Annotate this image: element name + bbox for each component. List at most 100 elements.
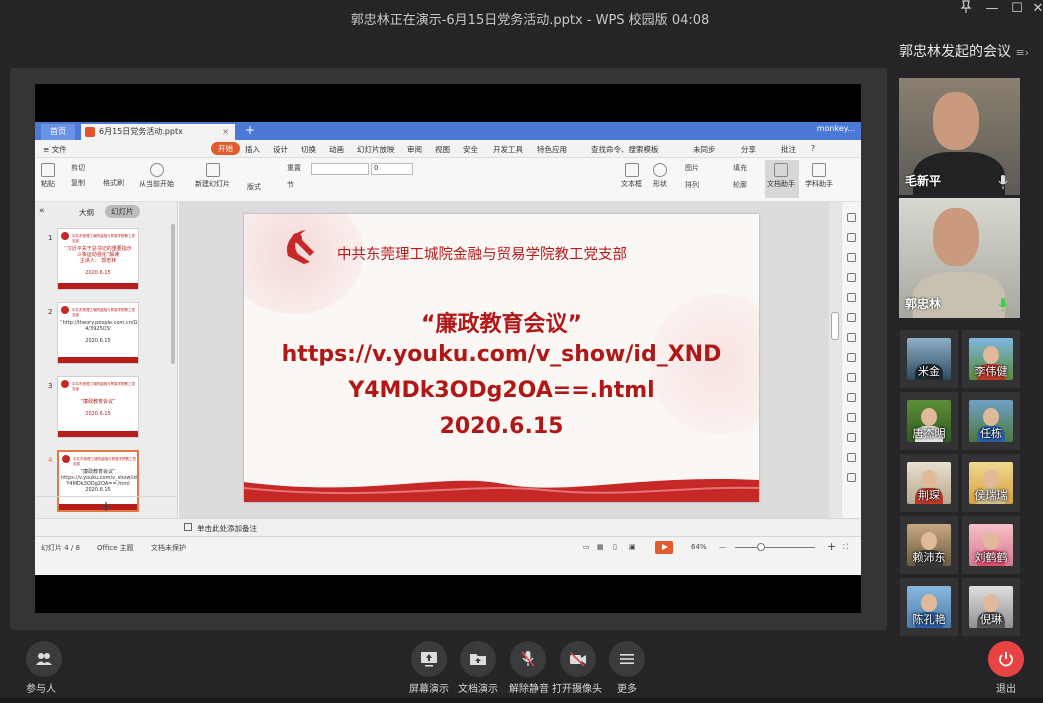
outline-tab[interactable]: 大纲: [79, 207, 94, 218]
thumb-scrollbar[interactable]: [171, 224, 175, 364]
font-size-select[interactable]: 0: [371, 163, 413, 175]
tool-icon[interactable]: [847, 233, 856, 242]
view-notes-icon[interactable]: ▣: [629, 543, 636, 551]
picture-button[interactable]: 图片: [685, 163, 699, 173]
participant-tile[interactable]: 唐杰明: [900, 392, 958, 450]
participant-tile[interactable]: 刘鹤鹤: [962, 516, 1020, 574]
play-slideshow-button[interactable]: [655, 541, 673, 554]
fit-window-icon[interactable]: ⛶: [843, 543, 848, 552]
help-button[interactable]: ?: [811, 144, 815, 153]
camera-button[interactable]: [560, 641, 596, 677]
participant-tile[interactable]: 任栋: [962, 392, 1020, 450]
expand-list-icon[interactable]: ≡›: [1015, 46, 1029, 59]
arrange-button[interactable]: 排列: [685, 180, 699, 190]
tool-icon[interactable]: [847, 313, 856, 322]
tool-icon[interactable]: [847, 453, 856, 462]
tool-icon[interactable]: [847, 293, 856, 302]
view-normal-icon[interactable]: ▭: [583, 543, 590, 551]
close-button[interactable]: ✕: [1026, 0, 1043, 20]
share-screen-button[interactable]: [411, 641, 447, 677]
tool-icon[interactable]: [847, 373, 856, 382]
wps-home-tab[interactable]: 首页: [41, 124, 75, 140]
view-reading-icon[interactable]: ▯: [613, 543, 617, 551]
command-search[interactable]: 查找命令、搜索模板: [591, 144, 659, 155]
zoom-slider-track[interactable]: [735, 547, 815, 548]
menu-insert[interactable]: 插入: [245, 144, 260, 155]
menu-review[interactable]: 审阅: [407, 144, 422, 155]
slide-thumb-3[interactable]: 中共东莞理工城院金融与贸易学院教工党支部 “廉政教育会议” 2020.6.15: [57, 376, 139, 438]
participant-tile[interactable]: 赖沛东: [900, 516, 958, 574]
notes-area[interactable]: 单击此处添加备注: [179, 518, 861, 536]
zoom-level[interactable]: 64%: [691, 543, 707, 551]
menu-transition[interactable]: 切换: [301, 144, 316, 155]
slide-thumb-2[interactable]: 中共东莞理工城院金融与贸易学院教工党支部 “http://theory.peop…: [57, 302, 139, 364]
tool-icon[interactable]: [847, 213, 856, 222]
speaker-video-1[interactable]: 毛新平: [899, 78, 1020, 195]
participant-tile[interactable]: 侯瑞瑞: [962, 454, 1020, 512]
menu-security[interactable]: 安全: [463, 144, 478, 155]
speaker-video-2[interactable]: 郭忠林: [899, 198, 1020, 318]
font-family-select[interactable]: [311, 163, 369, 175]
menu-design[interactable]: 设计: [273, 144, 288, 155]
from-current-button[interactable]: 从当前开始: [139, 163, 174, 189]
participants-label: 参与人: [26, 684, 56, 695]
wps-user[interactable]: monkey...: [817, 124, 855, 133]
participant-tile[interactable]: 李伟健: [962, 330, 1020, 388]
menu-file[interactable]: ≡ 文件: [43, 144, 67, 155]
outline-button[interactable]: 轮廓: [733, 180, 747, 190]
shape-button[interactable]: 形状: [653, 163, 667, 189]
tool-icon[interactable]: [847, 333, 856, 342]
exit-button[interactable]: [988, 641, 1024, 677]
layout-button[interactable]: 版式: [247, 182, 261, 192]
unmute-button[interactable]: [510, 641, 546, 677]
tool-icon[interactable]: [847, 413, 856, 422]
tool-icon[interactable]: [847, 433, 856, 442]
menu-developer[interactable]: 开发工具: [493, 144, 523, 155]
zoom-in-button[interactable]: +: [827, 540, 836, 553]
participant-tile[interactable]: 米金: [900, 330, 958, 388]
doc-tab-close-icon[interactable]: ×: [222, 124, 229, 139]
tool-icon[interactable]: [847, 393, 856, 402]
menu-slideshow[interactable]: 幻灯片放映: [357, 144, 395, 155]
reset-button[interactable]: 重置: [287, 163, 301, 173]
participant-tile[interactable]: 倪琳: [962, 578, 1020, 636]
participant-tile[interactable]: 陈孔艳: [900, 578, 958, 636]
copy-button[interactable]: 复制: [71, 178, 85, 188]
more-button[interactable]: [609, 641, 645, 677]
minimize-button[interactable]: —: [980, 0, 1004, 20]
menu-start[interactable]: 开始: [211, 142, 240, 155]
zoom-slider-handle[interactable]: [757, 543, 765, 551]
participant-tile[interactable]: 荆琛: [900, 454, 958, 512]
slide-scrollbar[interactable]: [829, 202, 841, 518]
tool-icon[interactable]: [847, 273, 856, 282]
school-assistant-button[interactable]: 学科助手: [805, 163, 833, 189]
format-painter-button[interactable]: 格式刷: [103, 178, 124, 188]
wps-doc-tab[interactable]: 6月15日党务活动.pptx ×: [81, 124, 235, 140]
paste-button[interactable]: 粘贴: [41, 163, 55, 189]
slides-tab[interactable]: 幻灯片: [105, 205, 140, 218]
tool-icon[interactable]: [847, 253, 856, 262]
textbox-button[interactable]: 文本框: [621, 163, 642, 189]
slide-thumb-1[interactable]: 中共东莞理工城院金融与贸易学院教工党支部 “习近平关于总书记的重要指示 斗争运动…: [57, 228, 139, 290]
section-button[interactable]: 节: [287, 180, 294, 190]
share-button[interactable]: 分享: [741, 144, 756, 155]
tool-icon[interactable]: [847, 353, 856, 362]
menu-animation[interactable]: 动画: [329, 144, 344, 155]
protect-status[interactable]: 文档未保护: [151, 543, 186, 553]
view-sorter-icon[interactable]: ▦: [597, 543, 604, 551]
add-slide-button[interactable]: +: [35, 496, 177, 518]
tool-icon[interactable]: [847, 473, 856, 482]
pin-icon[interactable]: [954, 0, 978, 20]
zoom-out-button[interactable]: —: [719, 543, 726, 551]
comment-button[interactable]: 批注: [781, 144, 796, 155]
sync-status[interactable]: 未同步: [693, 144, 716, 155]
new-slide-button[interactable]: 新建幻灯片: [195, 163, 230, 189]
share-doc-button[interactable]: [460, 641, 496, 677]
participants-button[interactable]: [26, 641, 62, 677]
menu-features[interactable]: 特色应用: [537, 144, 567, 155]
cut-button[interactable]: 剪切: [71, 163, 85, 173]
collapse-pane-icon[interactable]: «: [39, 206, 45, 216]
menu-view[interactable]: 视图: [435, 144, 450, 155]
new-tab-button[interactable]: +: [245, 123, 255, 137]
fill-button[interactable]: 填充: [733, 163, 747, 173]
